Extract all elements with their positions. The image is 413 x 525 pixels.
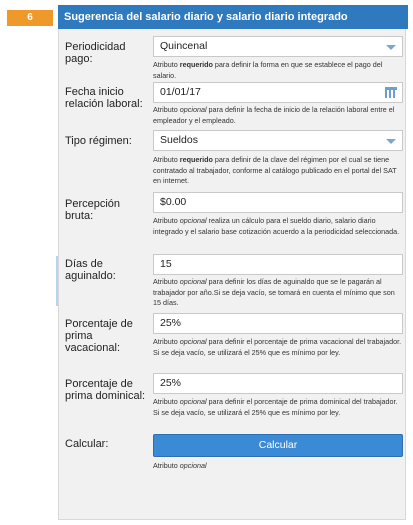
tipo-regimen-label: Tipo régimen: bbox=[65, 135, 132, 147]
prima-vacacional-input[interactable]: 25% bbox=[153, 313, 403, 334]
prima-dominical-help: Atributo opcional para definir el porcen… bbox=[153, 397, 398, 417]
chevron-down-icon bbox=[386, 139, 396, 144]
calendar-icon[interactable] bbox=[385, 87, 397, 98]
prima-vacacional-value: 25% bbox=[160, 317, 182, 329]
tipo-regimen-value: Sueldos bbox=[160, 134, 198, 146]
calcular-button[interactable]: Calcular bbox=[153, 434, 403, 457]
prima-dominical-label: Porcentaje de prima dominical: bbox=[65, 378, 146, 402]
step-badge: 6 bbox=[7, 10, 53, 26]
fecha-inicio-label: Fecha inicio relación laboral: bbox=[65, 86, 143, 110]
fecha-inicio-value: 01/01/17 bbox=[160, 86, 201, 98]
tipo-regimen-select[interactable]: Sueldos bbox=[153, 130, 403, 151]
prima-dominical-value: 25% bbox=[160, 377, 182, 389]
chevron-down-icon bbox=[386, 45, 396, 50]
calcular-label: Calcular: bbox=[65, 438, 109, 450]
dias-aguinaldo-label: Días de aguinaldo: bbox=[65, 258, 116, 282]
percepcion-bruta-value: $0.00 bbox=[160, 196, 187, 208]
percepcion-bruta-input[interactable]: $0.00 bbox=[153, 192, 403, 213]
salary-suggestion-panel: Sugerencia del salario diario y salario … bbox=[58, 5, 408, 520]
prima-vacacional-label: Porcentaje de prima vacacional: bbox=[65, 318, 133, 354]
prima-vacacional-help: Atributo opcional para definir el porcen… bbox=[153, 337, 402, 357]
dias-aguinaldo-help: Atributo opcional para definir los días … bbox=[153, 277, 395, 307]
periodicidad-value: Quincenal bbox=[160, 40, 208, 52]
percepcion-bruta-label: Percepción bruta: bbox=[65, 198, 121, 222]
periodicidad-help: Atributo requerido para definir la forma… bbox=[153, 60, 383, 80]
fecha-inicio-input[interactable]: 01/01/17 bbox=[153, 82, 403, 103]
prima-dominical-input[interactable]: 25% bbox=[153, 373, 403, 394]
fecha-inicio-help: Atributo opcional para definir la fecha … bbox=[153, 105, 395, 125]
periodicidad-select[interactable]: Quincenal bbox=[153, 36, 403, 57]
calcular-help: Atributo opcional bbox=[153, 461, 207, 470]
dias-aguinaldo-value: 15 bbox=[160, 258, 172, 270]
periodicidad-label: Periodicidad pago: bbox=[65, 41, 126, 65]
dias-aguinaldo-input[interactable]: 15 bbox=[153, 254, 403, 275]
percepcion-bruta-help: Atributo opcional realiza un cálculo par… bbox=[153, 216, 400, 236]
panel-title: Sugerencia del salario diario y salario … bbox=[58, 5, 408, 29]
tipo-regimen-help: Atributo requerido para definir de la cl… bbox=[153, 155, 397, 185]
